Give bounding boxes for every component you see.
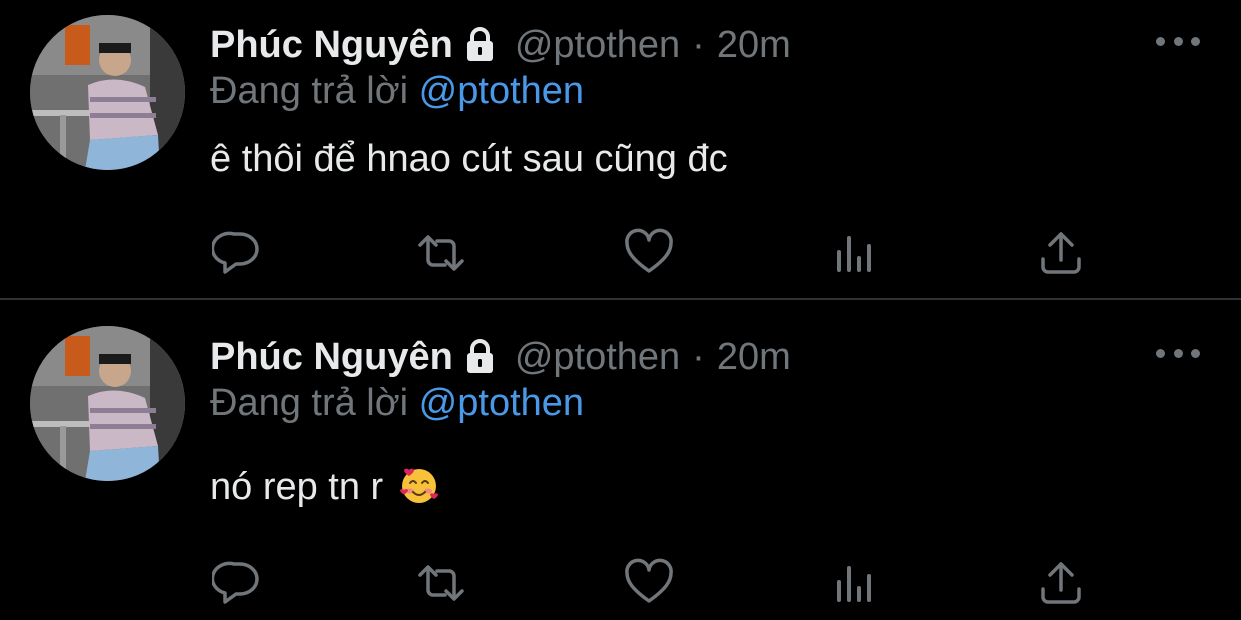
replying-label: Đang trả lời (210, 70, 409, 112)
lock-icon (461, 26, 499, 64)
replying-to-line: Đang trả lời @ptothen (210, 70, 584, 113)
separator-dot: · (692, 23, 705, 66)
retweet-icon[interactable] (416, 558, 466, 608)
timestamp[interactable]: 20m (717, 24, 791, 67)
analytics-icon[interactable] (830, 558, 880, 608)
avatar[interactable] (30, 326, 185, 481)
more-icon[interactable] (1156, 26, 1200, 56)
tweet-header: Phúc Nguyên @ptothen · 20m (210, 332, 791, 382)
replying-to-line: Đang trả lời @ptothen (210, 382, 584, 425)
like-icon[interactable] (624, 558, 674, 608)
separator-dot: · (692, 335, 705, 378)
reply-mention-link[interactable]: @ptothen (419, 70, 584, 112)
author-handle[interactable]: @ptothen (515, 336, 680, 379)
lock-icon (461, 338, 499, 376)
more-icon[interactable] (1156, 338, 1200, 368)
replying-label: Đang trả lời (210, 382, 409, 424)
reply-icon[interactable] (212, 228, 262, 278)
tweet-text: ê thôi để hnao cút sau cũng đc (210, 138, 728, 180)
analytics-icon[interactable] (830, 228, 880, 278)
tweet[interactable]: Phúc Nguyên @ptothen · 20m Đang trả lời … (0, 300, 1241, 620)
timestamp[interactable]: 20m (717, 336, 791, 379)
author-name[interactable]: Phúc Nguyên (210, 336, 453, 379)
action-bar (0, 228, 1241, 278)
author-handle[interactable]: @ptothen (515, 24, 680, 67)
share-icon[interactable] (1036, 228, 1086, 278)
tweet-text-container: nó rep tn r (210, 466, 440, 509)
reply-mention-link[interactable]: @ptothen (419, 382, 584, 424)
tweet-header: Phúc Nguyên @ptothen · 20m (210, 20, 791, 70)
smiling-face-with-hearts-icon (398, 464, 440, 506)
like-icon[interactable] (624, 228, 674, 278)
retweet-icon[interactable] (416, 228, 466, 278)
tweet[interactable]: Phúc Nguyên @ptothen · 20m Đang trả lời … (0, 0, 1241, 298)
author-name[interactable]: Phúc Nguyên (210, 24, 453, 67)
avatar[interactable] (30, 15, 185, 170)
action-bar (0, 558, 1241, 608)
share-icon[interactable] (1036, 558, 1086, 608)
reply-icon[interactable] (212, 558, 262, 608)
tweet-text: nó rep tn r (210, 466, 384, 508)
